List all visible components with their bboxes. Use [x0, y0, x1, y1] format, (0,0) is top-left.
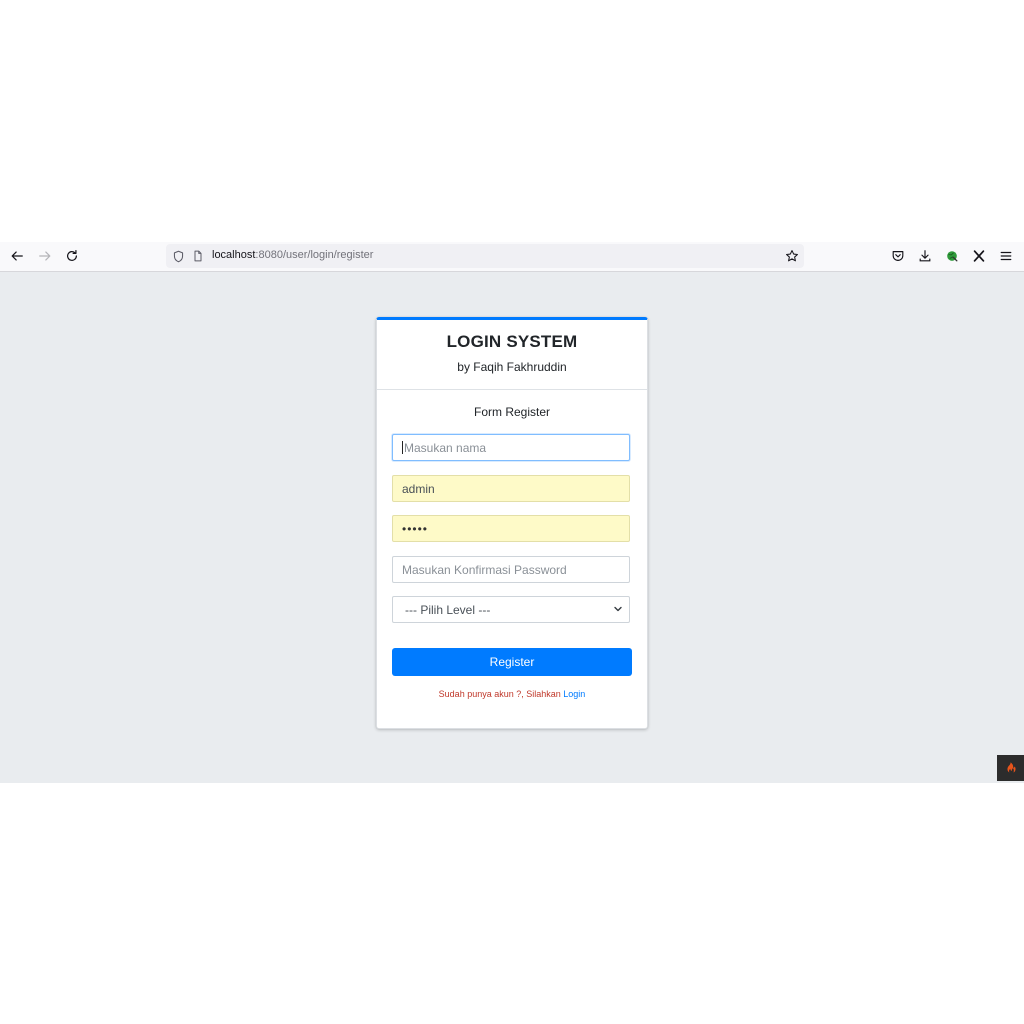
- confirm-password-placeholder: Masukan Konfirmasi Password: [402, 562, 567, 577]
- confirm-password-input[interactable]: Masukan Konfirmasi Password: [392, 556, 630, 583]
- page-title: LOGIN SYSTEM: [446, 332, 578, 351]
- chevron-down-icon: [613, 603, 623, 617]
- back-arrow-icon[interactable]: [8, 247, 26, 265]
- name-input[interactable]: Masukan nama: [392, 434, 630, 461]
- form-caption: Form Register: [473, 405, 550, 419]
- level-selected-value: --- Pilih Level ---: [405, 602, 491, 617]
- reload-icon[interactable]: [63, 247, 81, 265]
- username-value: admin: [402, 481, 435, 496]
- pocket-icon[interactable]: [889, 247, 907, 265]
- name-placeholder: Masukan nama: [404, 440, 487, 455]
- password-value: •••••: [402, 521, 429, 536]
- extension-globe-icon[interactable]: [943, 247, 961, 265]
- forward-arrow-icon[interactable]: [36, 247, 54, 265]
- card-header: LOGIN SYSTEM by Faqih Fakhruddin: [377, 320, 647, 390]
- url-path: :8080/user/login/register: [255, 249, 374, 261]
- url-host: localhost: [212, 249, 256, 261]
- browser-window: localhost:8080/user/login/register LOGIN…: [0, 242, 1024, 783]
- tracking-shield-icon[interactable]: [170, 248, 186, 264]
- page-content: LOGIN SYSTEM by Faqih Fakhruddin Form Re…: [0, 272, 1024, 783]
- password-input[interactable]: •••••: [392, 515, 630, 542]
- bookmark-star-icon[interactable]: [784, 248, 800, 264]
- url-text[interactable]: localhost:8080/user/login/register: [212, 249, 373, 261]
- level-select[interactable]: --- Pilih Level ---: [392, 596, 630, 623]
- codeigniter-flame-icon[interactable]: [997, 755, 1024, 781]
- username-input[interactable]: admin: [392, 475, 630, 502]
- register-button[interactable]: Register: [392, 648, 632, 676]
- login-prompt: Sudah punya akun ?, Silahkan Login: [377, 689, 647, 699]
- address-bar[interactable]: localhost:8080/user/login/register: [166, 244, 804, 268]
- page-subtitle: by Faqih Fakhruddin: [457, 360, 567, 374]
- download-icon[interactable]: [916, 247, 934, 265]
- hamburger-menu-icon[interactable]: [997, 247, 1015, 265]
- text-caret: [402, 441, 403, 454]
- login-link[interactable]: Login: [563, 689, 585, 699]
- page-icon[interactable]: [190, 248, 206, 264]
- x-extension-icon[interactable]: [970, 247, 988, 265]
- login-prompt-text: Sudah punya akun ?, Silahkan: [438, 689, 561, 699]
- browser-toolbar: localhost:8080/user/login/register: [0, 242, 1024, 272]
- register-card: LOGIN SYSTEM by Faqih Fakhruddin Form Re…: [376, 317, 648, 729]
